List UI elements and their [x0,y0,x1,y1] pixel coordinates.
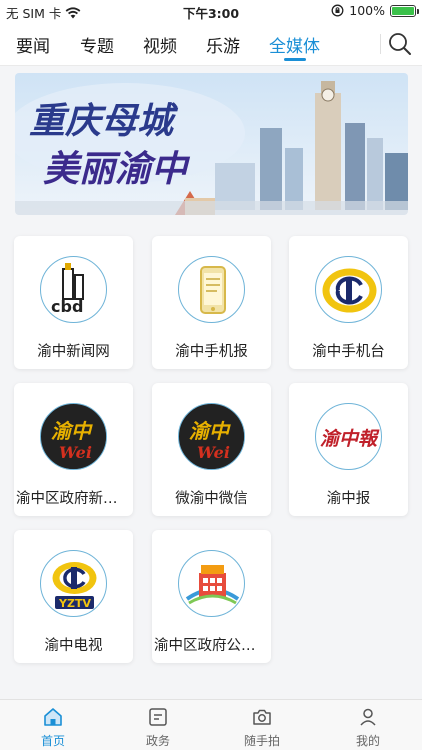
media-card-label: 渝中新闻网 [37,344,110,360]
bottom-tab-label: 政务 [145,734,170,748]
tab-divider [380,34,381,54]
camera-icon [253,709,271,725]
svg-text:渝中: 渝中 [51,419,93,443]
media-card-label: 微渝中微信 [175,491,248,507]
tab-quanmeiti[interactable]: 全媒体 [269,32,320,57]
bottom-tab-home[interactable]: 首页 [13,706,93,749]
battery-icon [390,4,419,17]
media-card-yuzhong-phone-tv[interactable]: 渝中手机台 [289,236,408,369]
media-card-label: 渝中区政府公众… [154,638,269,654]
bottom-tab-bar: 首页 政务 随手拍 我的 [0,699,422,750]
search-button[interactable] [386,30,414,58]
yuzhong-bao-icon: 渝中報 [315,403,382,470]
yuzhong-wei-icon: 渝中 Wei [178,403,245,470]
yztv-icon: YZTV [40,550,107,617]
top-nav-tabs: 要闻 专题 视频 乐游 全媒体 [0,22,422,66]
active-tab-indicator [284,58,306,61]
svg-text:Wei: Wei [59,443,92,462]
tab-leyou[interactable]: 乐游 [206,32,240,57]
status-bar: 无 SIM 卡 下午3:00 100% [0,0,422,22]
search-icon [389,33,411,55]
document-icon [149,708,167,726]
media-card-yuzhong-gov-news[interactable]: 渝中 Wei 渝中区政府新闻… [14,383,133,516]
media-card-yuzhong-tv[interactable]: YZTV 渝中电视 [14,530,133,663]
bottom-tab-label: 首页 [40,734,65,748]
svg-text:cbd: cbd [51,297,83,316]
bottom-tab-snapshot[interactable]: 随手拍 [222,706,302,749]
tab-yaowen[interactable]: 要闻 [16,32,50,57]
tab-shipin[interactable]: 视频 [143,32,177,57]
status-right: 100% [331,3,419,18]
media-card-label: 渝中区政府新闻… [16,491,131,507]
banner-image: 重庆母城 美丽渝中 [15,73,408,215]
media-card-label: 渝中手机报 [175,344,248,360]
media-card-label: 渝中电视 [44,638,103,654]
user-icon [360,708,376,726]
tab-zhuanti[interactable]: 专题 [80,32,114,57]
svg-text:Wei: Wei [197,443,230,462]
orientation-lock-icon [331,4,344,17]
media-card-label: 渝中手机台 [312,344,385,360]
cbd-logo-icon: cbd [40,256,107,323]
banner-line2: 美丽渝中 [43,148,191,190]
svg-text:渝中: 渝中 [189,419,231,443]
bottom-tab-label: 我的 [355,734,380,748]
svg-text:渝中報: 渝中報 [320,428,380,450]
yuzhong-wei-icon: 渝中 Wei [40,403,107,470]
media-card-yuzhong-gov-public[interactable]: 渝中区政府公众… [152,530,271,663]
media-card-yuzhong-bao[interactable]: 渝中報 渝中报 [289,383,408,516]
promo-banner[interactable]: 重庆母城 美丽渝中 [15,73,408,215]
battery-level [392,6,414,15]
media-card-wei-yuzhong-wechat[interactable]: 渝中 Wei 微渝中微信 [152,383,271,516]
media-card-yuzhong-news[interactable]: cbd 渝中新闻网 [14,236,133,369]
home-icon [44,708,62,726]
phone-newspaper-icon [178,256,245,323]
media-card-yuzhong-phone-paper[interactable]: 渝中手机报 [152,236,271,369]
svg-text:YZTV: YZTV [58,597,91,610]
bottom-tab-label: 随手拍 [243,734,280,748]
battery-percent: 100% [349,3,385,18]
media-card-label: 渝中报 [326,491,371,507]
banner-line1: 重庆母城 [29,100,179,142]
app-screen: 无 SIM 卡 下午3:00 100% 要闻 专题 视频 乐游 全媒体 重庆母城… [0,0,422,750]
bottom-tab-affairs[interactable]: 政务 [118,706,198,749]
yz-tv-emblem-icon [315,256,382,323]
bottom-tab-mine[interactable]: 我的 [328,706,408,749]
government-building-icon [178,550,245,617]
